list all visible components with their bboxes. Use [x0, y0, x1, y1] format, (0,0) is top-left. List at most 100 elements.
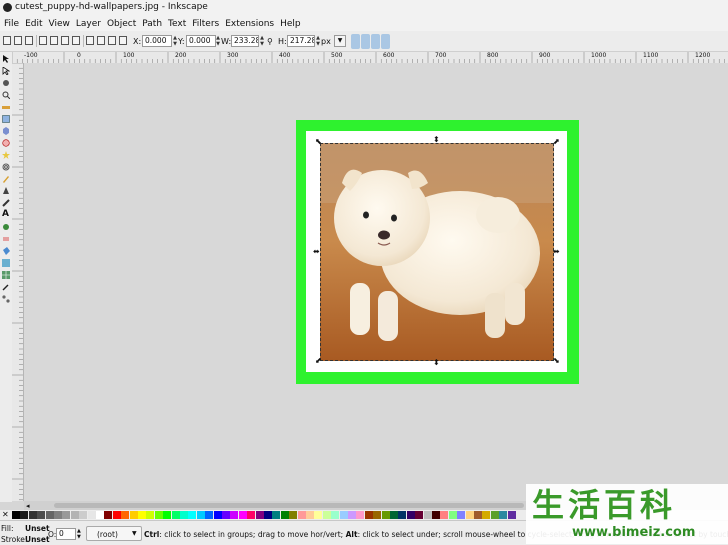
flip-vertical-icon[interactable] [72, 36, 80, 45]
palette-swatch[interactable] [238, 511, 247, 519]
palette-swatch[interactable] [457, 511, 466, 519]
flip-horizontal-icon[interactable] [61, 36, 69, 45]
palette-swatch[interactable] [499, 511, 508, 519]
palette-swatch[interactable] [230, 511, 239, 519]
move-gradients-toggle[interactable] [371, 34, 380, 49]
palette-swatch[interactable] [79, 511, 88, 519]
eraser-tool-icon[interactable] [2, 235, 10, 243]
palette-swatch[interactable] [121, 511, 130, 519]
height-input[interactable]: 217.280 [287, 35, 315, 47]
unit-select[interactable]: px [321, 37, 331, 46]
w-spinner-icon[interactable]: ▲ ▼ [259, 35, 265, 47]
measure-tool-icon[interactable] [2, 103, 10, 111]
unit-dropdown-icon[interactable]: ▼ [334, 35, 346, 47]
palette-swatch[interactable] [440, 511, 449, 519]
palette-swatch[interactable] [432, 511, 440, 519]
resize-handle-w-icon[interactable]: ⬌ [313, 248, 320, 256]
fill-value[interactable]: Unset [25, 524, 50, 533]
resize-handle-ne-icon[interactable]: ⬈ [553, 138, 560, 146]
palette-swatch[interactable] [12, 511, 20, 519]
3d-box-tool-icon[interactable] [2, 127, 10, 135]
palette-swatch[interactable] [423, 511, 432, 519]
palette-swatch[interactable] [507, 511, 516, 519]
stroke-value[interactable]: Unset [25, 535, 50, 544]
palette-swatch[interactable] [87, 511, 96, 519]
palette-swatch[interactable] [180, 511, 188, 519]
spray-tool-icon[interactable] [2, 223, 10, 231]
select-all-layers-icon[interactable] [14, 36, 22, 45]
ellipse-tool-icon[interactable] [2, 139, 10, 147]
rotate-cw-icon[interactable] [50, 36, 58, 45]
pencil-tool-icon[interactable] [2, 175, 10, 183]
scale-radii-toggle[interactable] [361, 34, 370, 49]
bucket-tool-icon[interactable] [2, 247, 10, 255]
scroll-thumb[interactable] [54, 503, 524, 508]
palette-swatch[interactable] [146, 511, 155, 519]
palette-swatch[interactable] [490, 511, 499, 519]
palette-swatch[interactable] [54, 511, 62, 519]
palette-swatch[interactable] [406, 511, 415, 519]
palette-swatch[interactable] [339, 511, 348, 519]
palette-swatch[interactable] [297, 511, 306, 519]
palette-swatch[interactable] [465, 511, 474, 519]
palette-swatch[interactable] [381, 511, 390, 519]
menu-filters[interactable]: Filters [189, 19, 222, 29]
palette-swatch[interactable] [398, 511, 407, 519]
select-all-icon[interactable] [3, 36, 11, 45]
palette-swatch[interactable] [37, 511, 46, 519]
no-paint-icon[interactable]: ✕ [2, 511, 10, 519]
palette-swatch[interactable] [448, 511, 457, 519]
menu-help[interactable]: Help [277, 19, 304, 29]
x-input[interactable]: 0.000 [142, 35, 172, 47]
text-tool-icon[interactable]: A [2, 210, 10, 219]
palette-swatch[interactable] [264, 511, 272, 519]
palette-swatch[interactable] [154, 511, 163, 519]
palette-swatch[interactable] [272, 511, 281, 519]
palette-swatch[interactable] [45, 511, 54, 519]
palette-swatch[interactable] [112, 511, 121, 519]
lock-ratio-icon[interactable]: ⚲ [267, 37, 273, 46]
palette-swatch[interactable] [205, 511, 214, 519]
rectangle-tool-icon[interactable] [2, 115, 10, 123]
palette-swatch[interactable] [415, 511, 424, 519]
menu-layer[interactable]: Layer [73, 19, 104, 29]
palette-swatch[interactable] [138, 511, 146, 519]
palette-swatch[interactable] [213, 511, 222, 519]
lower-to-bottom-icon[interactable] [86, 36, 94, 45]
palette-swatch[interactable] [280, 511, 289, 519]
resize-handle-n-icon[interactable]: ⬍ [433, 136, 440, 144]
rotate-ccw-icon[interactable] [39, 36, 47, 45]
width-input[interactable]: 233.280 [231, 35, 259, 47]
connector-tool-icon[interactable] [2, 295, 10, 303]
palette-swatch[interactable] [163, 511, 172, 519]
lower-icon[interactable] [97, 36, 105, 45]
palette-swatch[interactable] [373, 511, 382, 519]
palette-swatch[interactable] [331, 511, 340, 519]
palette-swatch[interactable] [482, 511, 491, 519]
palette-swatch[interactable] [314, 511, 323, 519]
palette-swatch[interactable] [196, 511, 205, 519]
palette-swatch[interactable] [222, 511, 230, 519]
menu-file[interactable]: File [0, 19, 22, 29]
resize-handle-nw-icon[interactable]: ⬉ [315, 138, 322, 146]
palette-swatch[interactable] [348, 511, 356, 519]
palette-swatch[interactable] [171, 511, 180, 519]
spiral-tool-icon[interactable] [2, 163, 10, 171]
palette-swatch[interactable] [20, 511, 29, 519]
palette-swatch[interactable] [247, 511, 256, 519]
mesh-tool-icon[interactable] [2, 271, 10, 279]
resize-handle-se-icon[interactable]: ⬊ [553, 357, 560, 365]
palette-swatch[interactable] [188, 511, 197, 519]
menu-object[interactable]: Object [104, 19, 139, 29]
palette-swatch[interactable] [96, 511, 104, 519]
resize-handle-sw-icon[interactable]: ⬋ [315, 357, 322, 365]
gradient-tool-icon[interactable] [2, 259, 10, 267]
dropper-tool-icon[interactable] [2, 283, 10, 291]
move-patterns-toggle[interactable] [381, 34, 390, 49]
palette-swatch[interactable] [356, 511, 365, 519]
raise-to-top-icon[interactable] [119, 36, 127, 45]
menu-text[interactable]: Text [165, 19, 189, 29]
menu-extensions[interactable]: Extensions [222, 19, 277, 29]
pen-tool-icon[interactable] [2, 187, 10, 195]
palette-swatch[interactable] [62, 511, 71, 519]
